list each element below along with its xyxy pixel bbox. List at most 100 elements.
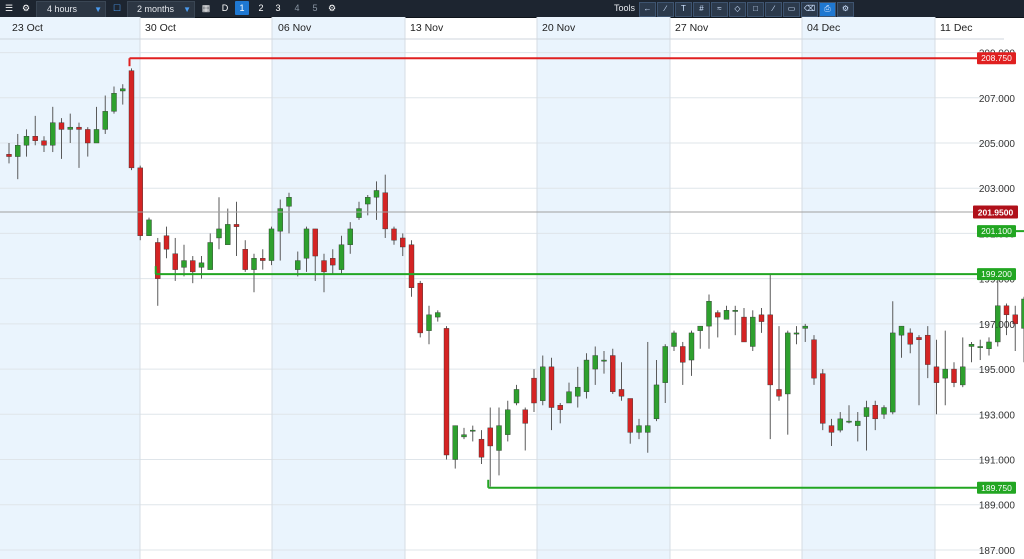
text-icon[interactable]: T: [675, 2, 692, 17]
settings-link-icon[interactable]: ⚙: [837, 2, 854, 17]
candle-body-up: [837, 418, 843, 431]
candle-body-down: [776, 389, 782, 397]
candle-body-down: [400, 237, 406, 248]
gear-icon[interactable]: ⚙: [19, 1, 33, 15]
candle-body-up: [863, 407, 870, 417]
x-tick-label: 23 Oct: [12, 22, 43, 34]
tools-label: Tools: [614, 3, 636, 13]
y-axis-labels: 187.000 189.000 191.000 193.000 195.000 197.0…: [979, 49, 1016, 557]
calendar-icon[interactable]: ▦: [199, 1, 213, 15]
range-dropdown[interactable]: 2 months ▼: [127, 1, 195, 18]
rectangle-icon[interactable]: ▭: [783, 2, 800, 17]
lock-icon[interactable]: ☐: [110, 1, 124, 15]
candle-body-down: [312, 228, 318, 257]
candle-body-down: [382, 192, 388, 230]
candle-body-down: [618, 389, 625, 397]
candle-body-up: [251, 258, 257, 270]
grid-icon[interactable]: #: [693, 2, 710, 17]
candle-body-up: [461, 434, 467, 438]
chevron-down-icon: ▼: [94, 5, 102, 14]
settings-icon[interactable]: ⚙: [325, 1, 339, 15]
candle-body-up: [846, 420, 852, 423]
candle-body-up: [653, 384, 660, 420]
y-tick-label: 195.000: [979, 365, 1016, 376]
candle-body-up: [426, 314, 432, 331]
trendline-icon[interactable]: ∕: [657, 2, 674, 17]
candle-body-down: [58, 122, 65, 130]
candle-body-down: [680, 346, 686, 363]
candle-body-up: [365, 197, 371, 205]
candle-body-down: [242, 249, 248, 270]
price-marker-icon[interactable]: ◇: [729, 2, 746, 17]
candle-body-up: [356, 208, 362, 218]
candle-body-down: [916, 337, 922, 340]
candle-body-up: [303, 228, 310, 259]
period-3-button[interactable]: 3: [271, 1, 285, 15]
week-band: [272, 17, 405, 559]
channel-icon[interactable]: ∕: [765, 2, 782, 17]
candle-body-up: [986, 341, 992, 349]
candle-body-down: [610, 355, 616, 392]
candle-body-down: [1003, 305, 1010, 316]
candle-body-up: [286, 197, 292, 207]
candle-body-down: [758, 314, 765, 322]
candlestick-chart: 23 Oct 30 Oct 06 Nov 13 Nov 20 Nov 27 Nov 04 D…: [0, 17, 1024, 559]
fibonacci-icon[interactable]: ≈: [711, 2, 728, 17]
cursor-arrow-icon[interactable]: ←: [639, 2, 656, 17]
print-icon[interactable]: ⎙: [819, 2, 836, 17]
candle-body-down: [531, 377, 537, 404]
y-tick-label: 189.000: [979, 501, 1016, 512]
candle-body-up: [216, 228, 222, 239]
candle-body-up: [662, 346, 668, 383]
candle-body-up: [968, 344, 975, 347]
week-band: [0, 17, 140, 559]
candle-body-up: [540, 366, 546, 401]
candle-body-up: [496, 425, 502, 451]
candle-body-up: [750, 316, 756, 347]
range-value: 2 months: [137, 4, 175, 14]
period-4-button[interactable]: 4: [290, 1, 304, 15]
period-d-button[interactable]: D: [218, 1, 232, 15]
candle-body-down: [41, 140, 47, 146]
candle-body-down: [820, 373, 826, 424]
candle-body-up: [977, 346, 983, 348]
candle-body-up: [435, 312, 441, 318]
candle-body-down: [478, 438, 485, 458]
candle-body-down: [391, 228, 397, 241]
candle-body-down: [741, 316, 747, 343]
interval-dropdown[interactable]: 4 hours ▼: [36, 1, 106, 18]
candle-body-up: [881, 407, 887, 415]
period-5-button[interactable]: 5: [308, 1, 322, 15]
candle-body-down: [557, 405, 563, 410]
candle-body-up: [671, 332, 677, 347]
candle-body-up: [207, 242, 213, 270]
x-axis-labels: 23 Oct 30 Oct 06 Nov 13 Nov 20 Nov 27 Nov 04 D…: [12, 22, 973, 34]
shapes-icon[interactable]: □: [747, 2, 764, 17]
candle-body-down: [163, 235, 170, 250]
candle-body-down: [233, 224, 240, 227]
y-tick-label: 207.000: [979, 94, 1016, 105]
price-tags: 208.750 199.200 201.100 189.750 201.9500: [973, 52, 1018, 494]
candle-body-up: [268, 228, 275, 261]
candle-body-up: [706, 301, 712, 327]
candle-body-down: [522, 409, 528, 424]
candle-body-up: [225, 224, 231, 245]
menu-icon[interactable]: ☰: [2, 1, 16, 15]
candle-body-down: [443, 328, 450, 456]
candle-body-up: [513, 389, 520, 404]
candle-body-up: [470, 429, 476, 432]
candle-body-down: [172, 253, 178, 270]
price-tag-label: 208.750: [981, 53, 1012, 63]
candle-body-up: [942, 368, 948, 379]
candle-body-up: [505, 409, 511, 435]
period-1-button[interactable]: 1: [235, 1, 249, 15]
candle-body-up: [15, 145, 21, 157]
candle-body-down: [933, 366, 940, 383]
candle-body-up: [592, 355, 598, 370]
candle-body-up: [338, 244, 345, 270]
candle-body-down: [85, 129, 91, 144]
candle-body-down: [32, 136, 38, 141]
candle-body-up: [67, 126, 73, 130]
eraser-icon[interactable]: ⌫: [801, 2, 818, 17]
period-2-button[interactable]: 2: [254, 1, 268, 15]
